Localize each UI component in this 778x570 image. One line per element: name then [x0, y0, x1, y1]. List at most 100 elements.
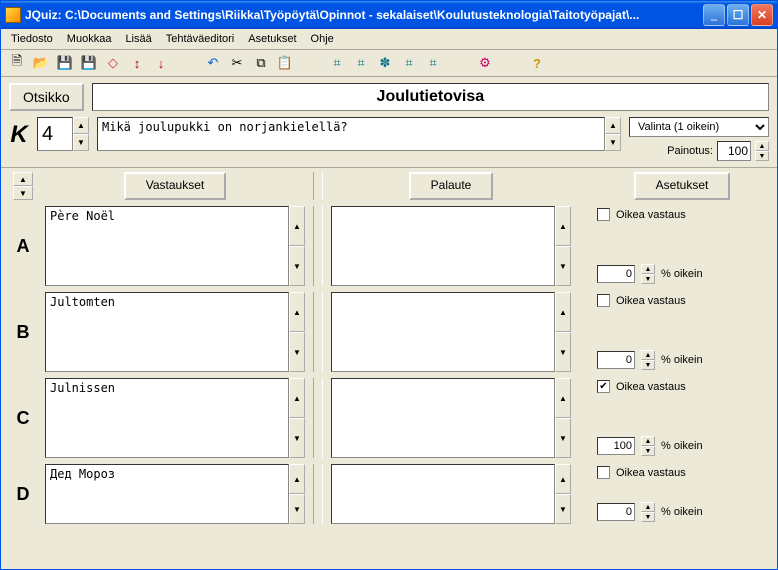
answer-text-input[interactable]: Jultomten	[45, 292, 289, 372]
help-icon[interactable]: ?	[527, 53, 547, 73]
scroll-down-icon[interactable]: ▼	[555, 418, 571, 458]
quiz-title-field[interactable]: Joulutietovisa	[92, 83, 769, 111]
pct-input[interactable]	[597, 503, 635, 521]
pct-input[interactable]	[597, 351, 635, 369]
k-label: K	[9, 117, 29, 149]
cut-icon[interactable]: ✂	[227, 53, 247, 73]
menu-ohje[interactable]: Ohje	[305, 31, 340, 47]
save-icon[interactable]: 💾	[55, 53, 75, 73]
maximize-button[interactable]: ☐	[727, 4, 749, 26]
scroll-down-icon[interactable]: ▼	[555, 494, 571, 524]
otsikko-button[interactable]: Otsikko	[9, 83, 84, 111]
pct-label: % oikein	[661, 440, 703, 452]
pct-down-icon[interactable]: ▼	[641, 360, 655, 370]
pct-label: % oikein	[661, 354, 703, 366]
feedback-text-input[interactable]	[331, 206, 555, 286]
weight-up-icon[interactable]: ▲	[755, 141, 769, 151]
correct-label: Oikea vastaus	[616, 295, 686, 307]
scroll-down-icon[interactable]: ▼	[289, 246, 305, 286]
minimize-button[interactable]: _	[703, 4, 725, 26]
web-export3-icon[interactable]: ✽	[375, 53, 395, 73]
correct-label: Oikea vastaus	[616, 381, 686, 393]
question-number-input[interactable]	[37, 117, 73, 151]
menu-muokkaa[interactable]: Muokkaa	[61, 31, 118, 47]
correct-checkbox[interactable]: ✔	[597, 380, 610, 393]
weight-down-icon[interactable]: ▼	[755, 151, 769, 161]
close-button[interactable]: ✕	[751, 4, 773, 26]
scroll-down-icon[interactable]: ▼	[555, 246, 571, 286]
order-down-icon[interactable]: ▼	[13, 186, 33, 200]
open-icon[interactable]: 📂	[31, 53, 51, 73]
web-export5-icon[interactable]: ⌗	[423, 53, 443, 73]
scroll-down-icon[interactable]: ▼	[289, 418, 305, 458]
pct-up-icon[interactable]: ▲	[641, 350, 655, 360]
asetukset-button[interactable]: Asetukset	[634, 172, 731, 200]
scroll-up-icon[interactable]: ▲	[555, 464, 571, 494]
answer-row: C Julnissen ▲▼ ▲▼ ✔ Oikea vastaus ▲▼ % o…	[9, 378, 769, 458]
scroll-up-icon[interactable]: ▲	[555, 292, 571, 332]
question-type-select[interactable]: Valinta (1 oikein)	[629, 117, 769, 137]
web-export4-icon[interactable]: ⌗	[399, 53, 419, 73]
scroll-up-icon[interactable]: ▲	[289, 292, 305, 332]
paste-icon[interactable]: 📋	[275, 53, 295, 73]
qtext-scroll-up-icon[interactable]: ▲	[605, 117, 621, 134]
menu-tehtavaeditori[interactable]: Tehtäväeditori	[160, 31, 241, 47]
pct-up-icon[interactable]: ▲	[641, 436, 655, 446]
export-up-icon[interactable]: ↕	[127, 53, 147, 73]
app-icon	[5, 7, 21, 23]
weight-input[interactable]	[717, 141, 751, 161]
menu-tiedosto[interactable]: Tiedosto	[5, 31, 59, 47]
order-up-icon[interactable]: ▲	[13, 172, 33, 186]
pct-input[interactable]	[597, 265, 635, 283]
menu-lisaa[interactable]: Lisää	[119, 31, 157, 47]
scroll-up-icon[interactable]: ▲	[289, 206, 305, 246]
answer-letter: C	[9, 378, 37, 458]
answer-letter: A	[9, 206, 37, 286]
vastaukset-button[interactable]: Vastaukset	[124, 172, 226, 200]
copy-icon[interactable]: ⧉	[251, 53, 271, 73]
scroll-up-icon[interactable]: ▲	[289, 464, 305, 494]
scroll-down-icon[interactable]: ▼	[289, 332, 305, 372]
pct-down-icon[interactable]: ▼	[641, 446, 655, 456]
feedback-text-input[interactable]	[331, 464, 555, 524]
scroll-up-icon[interactable]: ▲	[555, 206, 571, 246]
pct-input[interactable]	[597, 437, 635, 455]
answer-text-input[interactable]: Julnissen	[45, 378, 289, 458]
config-icon[interactable]: ⚙	[475, 53, 495, 73]
qtext-scroll-down-icon[interactable]: ▼	[605, 134, 621, 151]
undo-icon[interactable]: ↶	[203, 53, 223, 73]
palaute-button[interactable]: Palaute	[409, 172, 494, 200]
correct-checkbox[interactable]	[597, 294, 610, 307]
question-text-input[interactable]: Mikä joulupukki on norjankielellä?	[97, 117, 605, 151]
answer-text-input[interactable]: Дед Мороз	[45, 464, 289, 524]
scroll-down-icon[interactable]: ▼	[289, 494, 305, 524]
feedback-text-input[interactable]	[331, 292, 555, 372]
answer-text-input[interactable]: Père Noël	[45, 206, 289, 286]
web-export2-icon[interactable]: ⌗	[351, 53, 371, 73]
answer-letter: B	[9, 292, 37, 372]
save-as-icon[interactable]: 💾	[79, 53, 99, 73]
scroll-up-icon[interactable]: ▲	[289, 378, 305, 418]
correct-checkbox[interactable]	[597, 208, 610, 221]
answers-list: A Père Noël ▲▼ ▲▼ Oikea vastaus ▲▼ % oik…	[1, 204, 777, 538]
menu-asetukset[interactable]: Asetukset	[242, 31, 302, 47]
qnum-up-icon[interactable]: ▲	[73, 117, 89, 134]
correct-label: Oikea vastaus	[616, 467, 686, 479]
feedback-text-input[interactable]	[331, 378, 555, 458]
web-export1-icon[interactable]: ⌗	[327, 53, 347, 73]
pct-down-icon[interactable]: ▼	[641, 274, 655, 284]
export-down-icon[interactable]: ↓	[151, 53, 171, 73]
scroll-down-icon[interactable]: ▼	[555, 332, 571, 372]
new-icon[interactable]: 🗎	[7, 53, 27, 73]
pct-up-icon[interactable]: ▲	[641, 264, 655, 274]
pct-label: % oikein	[661, 268, 703, 280]
scroll-up-icon[interactable]: ▲	[555, 378, 571, 418]
correct-checkbox[interactable]	[597, 466, 610, 479]
answer-row: D Дед Мороз ▲▼ ▲▼ Oikea vastaus ▲▼ % oik…	[9, 464, 769, 524]
weight-label: Painotus:	[667, 145, 713, 157]
toolbar: 🗎 📂 💾 💾 ◇ ↕ ↓ ↶ ✂ ⧉ 📋 ⌗ ⌗ ✽ ⌗ ⌗ ⚙ ?	[1, 50, 777, 77]
pct-down-icon[interactable]: ▼	[641, 512, 655, 522]
qnum-down-icon[interactable]: ▼	[73, 134, 89, 151]
pct-up-icon[interactable]: ▲	[641, 502, 655, 512]
append-icon[interactable]: ◇	[103, 53, 123, 73]
